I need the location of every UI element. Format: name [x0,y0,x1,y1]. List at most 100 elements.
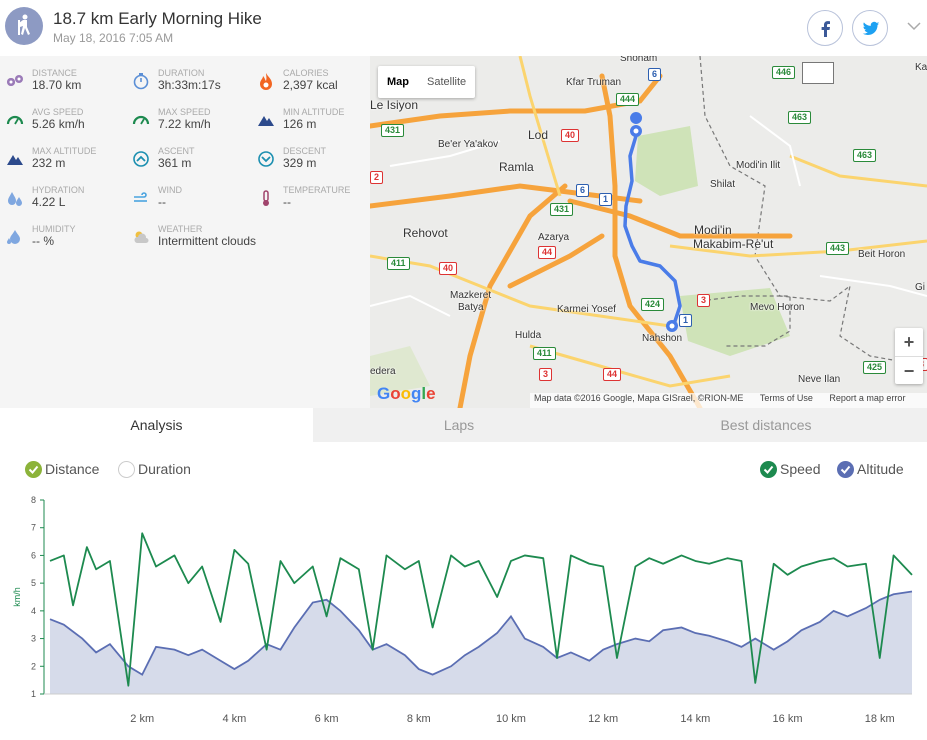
road-number-badge: 1 [599,193,613,206]
wind-icon [134,192,147,202]
facebook-icon [821,21,830,37]
stat-value: -- [158,195,166,209]
map-place-label: Gi [915,282,925,293]
activity-date: May 18, 2016 7:05 AM [53,31,174,45]
zoom-control: + − [895,328,923,384]
map-place-label: Azarya [538,232,570,243]
map-place-label: Beit Horon [858,249,906,260]
stat-value: -- % [32,234,54,248]
route-end-marker-icon [666,320,678,332]
stat-label: HUMIDITY [32,224,76,234]
x-tick-label: 6 km [315,713,339,725]
stat-value: 2,397 kcal [283,78,338,92]
zoom-out-button[interactable]: − [895,356,923,384]
road-number-badge: 425 [863,361,887,374]
stat-hydration: HYDRATION 4.22 L [6,185,126,221]
facebook-share-button[interactable] [807,10,843,46]
road-number-badge: 3 [539,368,553,381]
map-attribution: Map data ©2016 Google, Mapa GISrael, ©RI… [530,393,927,408]
descent-icon [258,151,274,167]
terms-link[interactable]: Terms of Use [760,393,813,403]
speed-altitude-plot[interactable]: 1 2 3 4 5 6 7 8 km/h 2 km 4 km 6 km 8 km 10 km 12 km 14… [0,492,927,740]
water-drops-icon [8,192,22,206]
hiker-avatar-icon [5,7,43,45]
map-place-label: Mazkeret [450,290,492,301]
x-tick-label: 12 km [588,713,618,725]
altitude-toggle-label: Altitude [857,461,904,477]
map-place-label: Ramla [499,160,534,174]
stats-panel: DISTANCE 18.70 km DURATION 3h:33m:17s CA… [0,56,370,408]
stat-min-altitude: MIN ALTITUDE 126 m [257,107,377,143]
distance-toggle[interactable]: Distance [25,461,99,478]
map-place-label: Neve Ilan [798,374,841,385]
road-number-badge: 411 [533,347,556,360]
speed-toggle-label: Speed [780,461,821,477]
cloud-sun-icon [134,231,149,243]
stat-label: WEATHER [158,224,203,234]
route-map[interactable]: Le Isiyon Lod Kfar Truman Be'er Ya'akov Raml… [370,56,927,408]
map-place-label: Karmei Yosef [557,304,616,315]
unchecked-circle-icon [118,461,135,478]
chevron-down-icon[interactable] [907,21,921,31]
altitude-toggle[interactable]: Altitude [837,461,904,478]
road-number-badge: 6 [648,68,662,81]
stat-calories: CALORIES 2,397 kcal [257,68,377,104]
stat-duration: DURATION 3h:33m:17s [132,68,252,104]
report-error-link[interactable]: Report a map error [829,393,905,403]
stat-value: 5.26 km/h [32,117,85,131]
map-type-satellite-button[interactable]: Satellite [418,66,475,98]
google-logo: Google [377,384,436,403]
altitude-area [50,591,912,694]
x-tick-label: 2 km [130,713,154,725]
stat-label: MAX ALTITUDE [32,146,97,156]
map-place-label: Mevo Horon [750,302,805,313]
speedometer-icon [6,115,24,125]
map-place-label: Kai [915,62,927,73]
tab-laps[interactable]: Laps [313,408,605,442]
map-type-map-button[interactable]: Map [378,66,418,98]
stat-label: MIN ALTITUDE [283,107,345,117]
stat-value: 232 m [32,156,66,170]
map-type-control: Map Satellite [378,66,476,98]
road-number-badge: 40 [439,262,458,275]
y-tick-label: 3 [31,634,36,644]
stat-value: 18.70 km [32,78,82,92]
road-number-badge: 1 [679,314,693,327]
road-number-badge: 446 [772,66,796,79]
zoom-in-button[interactable]: + [895,328,923,356]
y-tick-label: 8 [31,495,36,505]
stat-temperature: TEMPERATURE -- [257,185,377,221]
stat-label: MAX SPEED [158,107,211,117]
duration-toggle-label: Duration [138,461,191,477]
map-place-label: Makabim-Re'ut [693,237,774,251]
stat-value: 329 m [283,156,317,170]
ascent-icon [133,151,149,167]
twitter-share-button[interactable] [852,10,888,46]
road-number-badge: 431 [381,124,405,137]
stat-label: DISTANCE [32,68,77,78]
road-number-badge: 443 [826,242,850,255]
x-tick-label: 4 km [222,713,246,725]
flame-icon [260,73,272,90]
stat-label: WIND [158,185,182,195]
x-tick-label: 8 km [407,713,431,725]
stat-value: 3h:33m:17s [158,78,221,92]
map-canvas[interactable] [370,56,927,408]
y-tick-label: 4 [31,606,36,616]
tab-bar: Analysis Laps Best distances [0,408,927,442]
duration-toggle[interactable]: Duration [118,461,191,478]
tab-analysis[interactable]: Analysis [0,408,313,442]
road-number-badge: 463 [853,149,877,162]
tab-best-distances[interactable]: Best distances [605,408,927,442]
analysis-chart: Distance Duration Speed Altitude 1 2 3 4 5 6 7… [0,442,927,740]
speed-toggle[interactable]: Speed [760,461,820,478]
thermometer-icon [263,190,269,206]
map-place-label: edera [370,366,396,377]
stat-max-speed: MAX SPEED 7.22 km/h [132,107,252,143]
y-axis-label: km/h [12,587,22,607]
y-tick-label: 7 [31,523,36,533]
stat-avg-speed: AVG SPEED 5.26 km/h [6,107,126,143]
fullscreen-button[interactable] [802,62,834,84]
stat-humidity: HUMIDITY -- % [6,224,126,260]
map-place-label: Shilat [710,179,736,190]
